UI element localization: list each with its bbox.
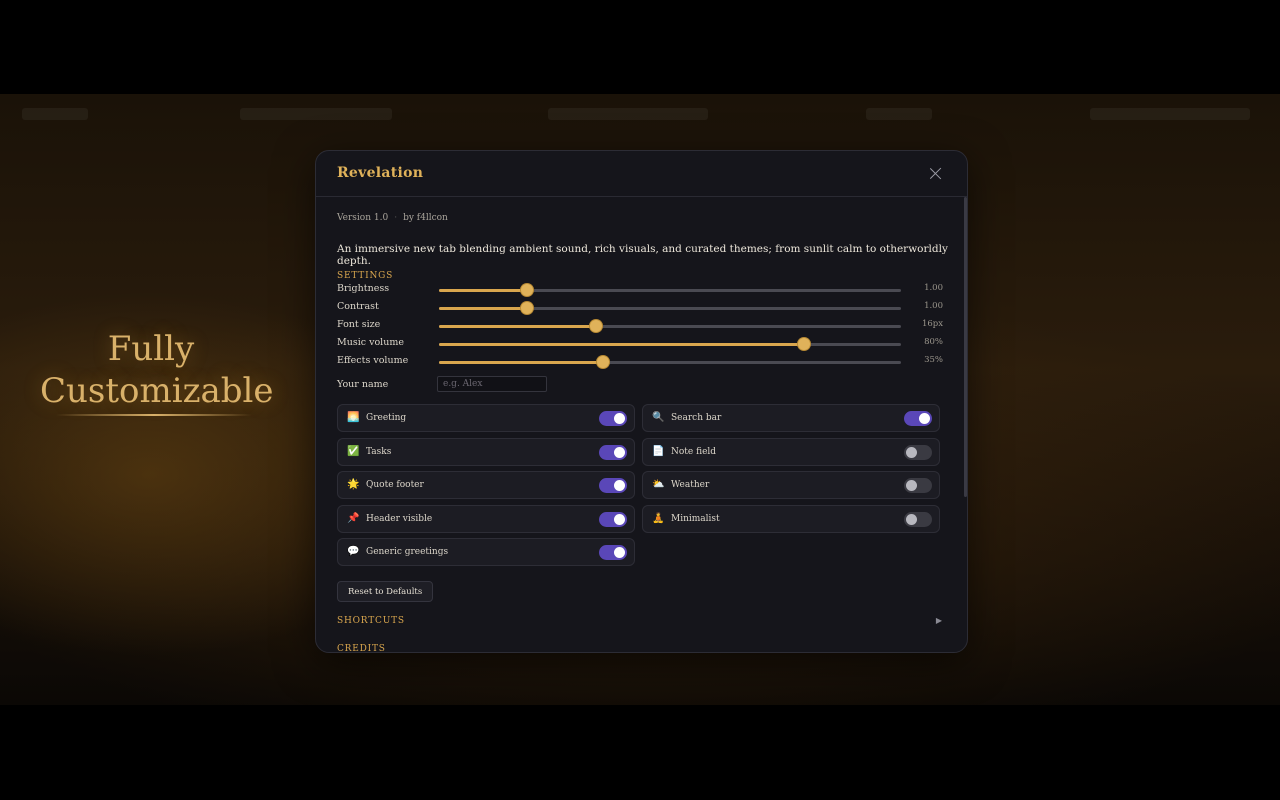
- slider-value: 35%: [924, 355, 943, 365]
- reset-defaults-button[interactable]: Reset to Defaults: [337, 581, 434, 602]
- toggle-label: Header visible: [366, 513, 433, 524]
- slider-handle[interactable]: [797, 338, 810, 350]
- toggle-switch[interactable]: [599, 511, 627, 527]
- toggle-card: 📌 Header visible: [337, 504, 635, 533]
- toggle-card: 📄 Note field: [642, 437, 940, 466]
- toggle-switch[interactable]: [599, 478, 627, 493]
- settings-section-label: SETTINGS: [337, 271, 394, 281]
- toggle-label: Quote footer: [366, 480, 424, 490]
- star-icon: 🌟: [347, 479, 360, 490]
- slider-handle[interactable]: [520, 284, 533, 296]
- modal-header: Revelation: [316, 151, 967, 197]
- toggle-label: Minimalist: [671, 513, 720, 524]
- toggle-switch[interactable]: [599, 444, 627, 460]
- slider-fill: [439, 289, 527, 292]
- slider-fill: [439, 343, 804, 346]
- toggle-knob: [614, 547, 625, 558]
- slider-label: Contrast: [337, 301, 379, 312]
- toggle-knob: [614, 480, 625, 491]
- description: An immersive new tab blending ambient so…: [337, 243, 948, 267]
- weather-icon: ⛅: [652, 479, 665, 490]
- toggle-knob: [906, 513, 917, 525]
- toggle-label: Greeting: [366, 413, 407, 423]
- toggle-card: 🌟 Quote footer: [337, 471, 635, 499]
- toggle-knob: [906, 446, 917, 458]
- close-icon[interactable]: [927, 165, 945, 183]
- slider-value: 1.00: [924, 283, 943, 293]
- toggle-label: Weather: [671, 480, 710, 490]
- slider-label: Font size: [337, 319, 381, 330]
- speech-bubble-icon: 💬: [347, 546, 360, 557]
- name-label: Your name: [337, 379, 389, 390]
- slider-track[interactable]: [439, 302, 901, 314]
- toggle-knob: [614, 413, 625, 424]
- background-header: [0, 94, 1280, 140]
- checkbox-icon: ✅: [347, 445, 360, 457]
- slider-track[interactable]: [439, 356, 901, 368]
- slider-fill: [439, 361, 603, 364]
- meditation-icon: 🧘: [652, 512, 665, 524]
- toggle-card: 🧘 Minimalist: [642, 504, 940, 533]
- hero-underline: [56, 414, 252, 416]
- toggle-switch[interactable]: [904, 444, 932, 460]
- name-input[interactable]: [437, 376, 547, 392]
- toggle-label: Note field: [671, 446, 717, 457]
- slider-row: Contrast 1.00: [337, 301, 943, 317]
- author-label: by f4llcon: [403, 213, 448, 223]
- slider-fill: [439, 307, 527, 310]
- version-label: Version 1.0: [337, 213, 389, 223]
- toggle-card: ⛅ Weather: [642, 471, 940, 499]
- slider-row: Font size 16px: [337, 319, 943, 335]
- slider-track[interactable]: [439, 284, 901, 296]
- hero-heading: Fully Customizable: [40, 328, 274, 412]
- toggle-switch[interactable]: [599, 545, 627, 560]
- toggle-label: Generic greetings: [366, 547, 449, 557]
- toggle-switch[interactable]: [904, 411, 932, 426]
- slider-value: 16px: [921, 319, 943, 329]
- modal-body[interactable]: Version 1.0 · by f4llcon An immersive new …: [316, 197, 967, 652]
- toggle-label: Tasks: [366, 446, 392, 457]
- search-icon: 🔍: [652, 412, 665, 423]
- toggle-switch[interactable]: [599, 411, 627, 426]
- toggle-card: 🔍 Search bar: [642, 404, 940, 432]
- slider-fill: [439, 325, 597, 328]
- pin-icon: 📌: [347, 512, 360, 524]
- settings-modal: Revelation Version 1.0 · by f4llcon An imm…: [315, 150, 968, 653]
- slider-track[interactable]: [439, 338, 901, 350]
- slider-handle[interactable]: [597, 356, 609, 368]
- toggle-knob: [906, 480, 917, 491]
- version-info: Version 1.0 · by f4llcon: [337, 213, 448, 223]
- slider-value: 80%: [924, 337, 943, 347]
- toggle-switch[interactable]: [904, 511, 932, 527]
- toggle-card: 🌅 Greeting: [337, 404, 635, 432]
- slider-label: Music volume: [337, 337, 404, 348]
- slider-track[interactable]: [439, 320, 901, 332]
- note-icon: 📄: [652, 445, 665, 457]
- slider-row: Music volume 80%: [337, 337, 943, 353]
- slider-row: Brightness 1.00: [337, 283, 943, 299]
- slider-handle[interactable]: [520, 302, 533, 314]
- toggle-card: 💬 Generic greetings: [337, 538, 635, 566]
- toggle-card: ✅ Tasks: [337, 437, 635, 466]
- slider-label: Effects volume: [337, 355, 409, 366]
- toggle-knob: [614, 446, 625, 458]
- modal-title: Revelation: [337, 165, 424, 181]
- shortcuts-section-toggle[interactable]: SHORTCUTS: [337, 616, 405, 626]
- credits-section-toggle[interactable]: CREDITS: [337, 644, 386, 652]
- hero-line-2: Customizable: [40, 371, 274, 411]
- chevron-right-icon[interactable]: ▶: [936, 616, 942, 625]
- slider-value: 1.00: [924, 301, 943, 311]
- slider-handle[interactable]: [590, 320, 603, 332]
- slider-row: Effects volume 35%: [337, 355, 943, 371]
- toggle-knob: [919, 413, 930, 424]
- toggle-label: Search bar: [671, 413, 722, 423]
- scrollbar[interactable]: [964, 197, 967, 497]
- hero-line-1: Fully: [107, 329, 195, 369]
- toggle-switch[interactable]: [904, 478, 932, 493]
- toggle-knob: [614, 513, 625, 525]
- sunrise-icon: 🌅: [347, 412, 360, 423]
- slider-label: Brightness: [337, 283, 390, 294]
